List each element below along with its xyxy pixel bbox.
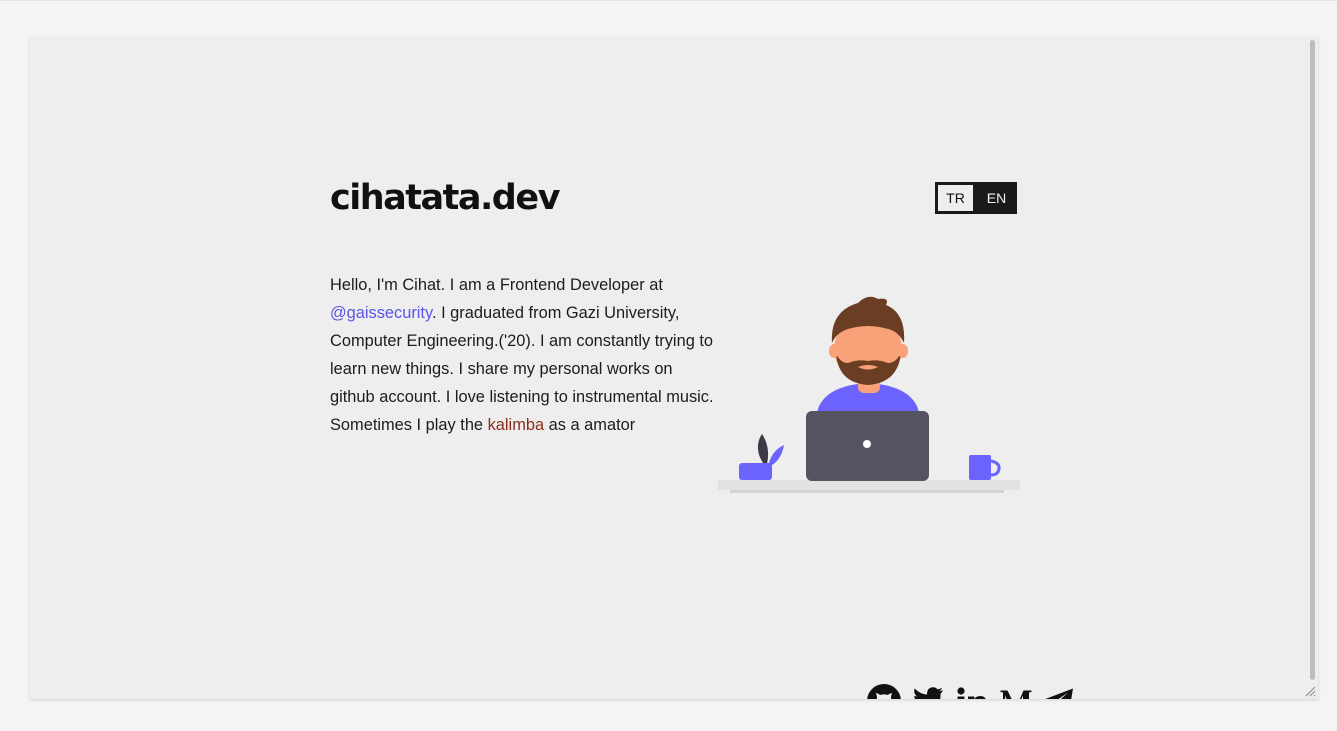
github-icon	[867, 684, 901, 699]
bio-text: Hello, I'm Cihat. I am a Frontend Develo…	[330, 271, 714, 439]
bio-part-3: as a amator	[544, 416, 636, 434]
top-border	[0, 0, 1337, 1]
twitter-link[interactable]	[911, 686, 945, 699]
site-title: cihatata.dev	[330, 178, 560, 218]
page-frame: cihatata.dev TR EN Hello, I'm Cihat. I a…	[30, 37, 1318, 699]
developer-at-laptop-image	[718, 296, 1020, 493]
linkedin-icon	[957, 687, 986, 699]
developer-illustration	[718, 291, 1020, 501]
twitter-icon	[914, 687, 943, 699]
lang-en-button[interactable]: EN	[976, 182, 1017, 214]
medium-icon	[1000, 690, 1032, 699]
lang-tr-button[interactable]: TR	[935, 182, 976, 214]
bio-part-1: Hello, I'm Cihat. I am a Frontend Develo…	[330, 276, 663, 294]
resize-grip-icon[interactable]	[1304, 685, 1316, 697]
linkedin-link[interactable]	[955, 684, 989, 699]
telegram-icon	[1045, 688, 1073, 699]
social-links	[867, 684, 1085, 699]
telegram-link[interactable]	[1043, 686, 1075, 699]
kalimba-link[interactable]: kalimba	[488, 416, 544, 434]
language-switcher: TR EN	[935, 182, 1017, 214]
gaissecurity-link[interactable]: @gaissecurity	[330, 304, 432, 322]
github-link[interactable]	[867, 684, 901, 699]
bio-part-2: . I graduated from Gazi University, Comp…	[330, 304, 714, 434]
medium-link[interactable]	[999, 684, 1033, 699]
scrollbar[interactable]	[1310, 40, 1315, 680]
